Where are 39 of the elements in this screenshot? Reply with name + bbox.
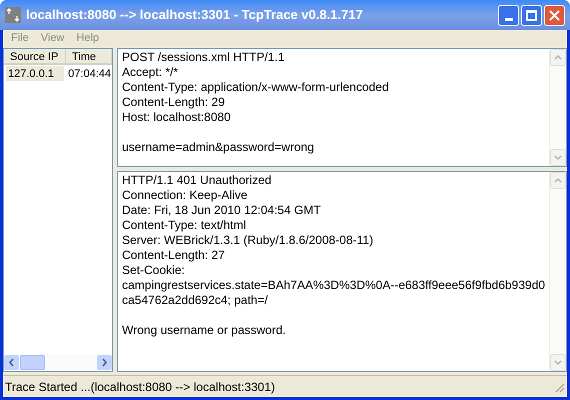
response-line: Server: WEBrick/1.3.1 (Ruby/1.8.6/2008-08-11)	[122, 233, 374, 248]
arrows-icon	[5, 7, 21, 23]
scroll-down-icon[interactable]	[550, 354, 566, 371]
horizontal-scrollbar[interactable]	[4, 354, 112, 371]
status-text: Trace Started ...(localhost:8080 --> localhost:3301)	[5, 378, 276, 396]
scroll-thumb[interactable]	[20, 355, 45, 370]
response-line: Connection: Keep-Alive	[122, 188, 248, 203]
connection-row[interactable]: 127.0.0.1 07:04:44	[4, 66, 112, 81]
response-line: Content-Length: 27	[122, 248, 226, 263]
response-line: Content-Type: text/html	[122, 218, 248, 233]
response-line: Date: Fri, 18 Jun 2010 12:04:54 GMT	[122, 203, 322, 218]
table-cell: 127.0.0.1	[6, 66, 64, 81]
close-button[interactable]	[544, 4, 565, 26]
response-line: campingrestservices.state=BAh7AA%3D%3D%0A--e683ff9eee56f9fbd6b939d0	[122, 278, 546, 293]
column-header[interactable]: Source IP	[4, 49, 66, 65]
scroll-down-icon[interactable]	[550, 149, 566, 166]
response-line: ca54762a2dd692c4; path=/	[122, 293, 269, 308]
request-line: Content-Length: 29	[122, 95, 226, 110]
scroll-up-icon[interactable]	[550, 172, 566, 189]
request-body: username=admin&password=wrong	[122, 140, 316, 155]
table-cell-text: 07:04:44	[67, 67, 112, 81]
scroll-up-icon[interactable]	[550, 49, 566, 66]
close-icon	[549, 10, 560, 20]
response-line: Set-Cookie:	[122, 263, 186, 278]
response-body: Wrong username or password.	[122, 323, 287, 338]
window-title: localhost:8080 --> localhost:3301 - TcpTrace v0.8.1.717	[26, 6, 364, 24]
request-line: Content-Type: application/x-www-form-urlencoded	[122, 80, 390, 95]
response-line: HTTP/1.1 401 Unauthorized	[122, 173, 272, 188]
maximize-button[interactable]	[521, 4, 542, 26]
vertical-scrollbar[interactable]	[549, 49, 566, 166]
scroll-right-icon[interactable]	[97, 355, 112, 370]
request-line: Host: localhost:8080	[122, 110, 232, 125]
column-header[interactable]: Time	[66, 49, 112, 65]
resize-grip-icon[interactable]	[553, 380, 565, 392]
scroll-left-icon[interactable]	[4, 355, 19, 370]
vertical-scrollbar[interactable]	[549, 172, 566, 371]
request-line: Accept: */*	[122, 65, 180, 80]
minimize-button[interactable]	[498, 4, 519, 26]
request-line: POST /sessions.xml HTTP/1.1	[122, 50, 286, 65]
